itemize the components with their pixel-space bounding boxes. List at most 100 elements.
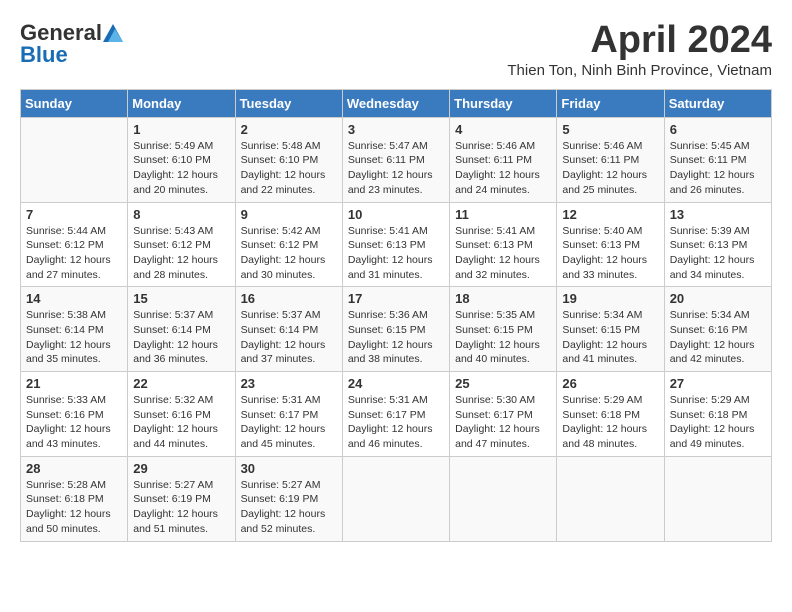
calendar-cell: 1Sunrise: 5:49 AM Sunset: 6:10 PM Daylig… xyxy=(128,117,235,202)
calendar-cell: 21Sunrise: 5:33 AM Sunset: 6:16 PM Dayli… xyxy=(21,372,128,457)
day-info: Sunrise: 5:32 AM Sunset: 6:16 PM Dayligh… xyxy=(133,393,229,452)
day-number: 12 xyxy=(562,207,658,222)
day-number: 26 xyxy=(562,376,658,391)
calendar-cell: 4 Sunrise: 5:46 AM Sunset: 6:11 PM Daylig… xyxy=(450,117,557,202)
calendar-week-row: 1Sunrise: 5:49 AM Sunset: 6:10 PM Daylig… xyxy=(21,117,772,202)
calendar-cell xyxy=(21,117,128,202)
day-number: 6 xyxy=(670,122,766,137)
calendar-table: SundayMondayTuesdayWednesdayThursdayFrid… xyxy=(20,89,772,542)
calendar-cell: 16 Sunrise: 5:37 AM Sunset: 6:14 PM Dayli… xyxy=(235,287,342,372)
weekday-header: Monday xyxy=(128,89,235,117)
day-info: Sunrise: 5:39 AM Sunset: 6:13 PM Dayligh… xyxy=(670,224,766,283)
day-number: 18 xyxy=(455,291,551,306)
weekday-header: Tuesday xyxy=(235,89,342,117)
logo-blue: Blue xyxy=(20,42,68,68)
calendar-cell: 20 Sunrise: 5:34 AM Sunset: 6:16 PM Dayli… xyxy=(664,287,771,372)
calendar-cell xyxy=(664,456,771,541)
day-info: Sunrise: 5:42 AM Sunset: 6:12 PM Dayligh… xyxy=(241,224,337,283)
day-number: 29 xyxy=(133,461,229,476)
calendar-cell: 9 Sunrise: 5:42 AM Sunset: 6:12 PM Daylig… xyxy=(235,202,342,287)
day-info: Sunrise: 5:27 AM Sunset: 6:19 PM Dayligh… xyxy=(133,478,229,537)
calendar-cell: 10Sunrise: 5:41 AM Sunset: 6:13 PM Dayli… xyxy=(342,202,449,287)
calendar-cell: 27 Sunrise: 5:29 AM Sunset: 6:18 PM Dayli… xyxy=(664,372,771,457)
day-number: 11 xyxy=(455,207,551,222)
calendar-cell: 26 Sunrise: 5:29 AM Sunset: 6:18 PM Dayli… xyxy=(557,372,664,457)
day-info: Sunrise: 5:49 AM Sunset: 6:10 PM Dayligh… xyxy=(133,139,229,198)
title-block: April 2024 Thien Ton, Ninh Binh Province… xyxy=(507,20,772,79)
day-info: Sunrise: 5:37 AM Sunset: 6:14 PM Dayligh… xyxy=(241,308,337,367)
day-number: 27 xyxy=(670,376,766,391)
day-number: 22 xyxy=(133,376,229,391)
day-info: Sunrise: 5:34 AM Sunset: 6:15 PM Dayligh… xyxy=(562,308,658,367)
calendar-week-row: 7 Sunrise: 5:44 AM Sunset: 6:12 PM Daylig… xyxy=(21,202,772,287)
day-info: Sunrise: 5:45 AM Sunset: 6:11 PM Dayligh… xyxy=(670,139,766,198)
calendar-cell: 13Sunrise: 5:39 AM Sunset: 6:13 PM Dayli… xyxy=(664,202,771,287)
day-number: 24 xyxy=(348,376,444,391)
calendar-cell: 22 Sunrise: 5:32 AM Sunset: 6:16 PM Dayli… xyxy=(128,372,235,457)
day-number: 30 xyxy=(241,461,337,476)
day-number: 17 xyxy=(348,291,444,306)
day-info: Sunrise: 5:48 AM Sunset: 6:10 PM Dayligh… xyxy=(241,139,337,198)
day-number: 9 xyxy=(241,207,337,222)
calendar-cell: 5Sunrise: 5:46 AM Sunset: 6:11 PM Daylig… xyxy=(557,117,664,202)
location-subtitle: Thien Ton, Ninh Binh Province, Vietnam xyxy=(507,62,772,79)
calendar-cell: 24 Sunrise: 5:31 AM Sunset: 6:17 PM Dayli… xyxy=(342,372,449,457)
month-title: April 2024 xyxy=(507,20,772,62)
day-info: Sunrise: 5:30 AM Sunset: 6:17 PM Dayligh… xyxy=(455,393,551,452)
calendar-cell: 25 Sunrise: 5:30 AM Sunset: 6:17 PM Dayli… xyxy=(450,372,557,457)
calendar-cell: 6 Sunrise: 5:45 AM Sunset: 6:11 PM Daylig… xyxy=(664,117,771,202)
day-number: 14 xyxy=(26,291,122,306)
day-number: 25 xyxy=(455,376,551,391)
calendar-cell: 3Sunrise: 5:47 AM Sunset: 6:11 PM Daylig… xyxy=(342,117,449,202)
calendar-week-row: 28Sunrise: 5:28 AM Sunset: 6:18 PM Dayli… xyxy=(21,456,772,541)
day-info: Sunrise: 5:46 AM Sunset: 6:11 PM Dayligh… xyxy=(455,139,551,198)
calendar-cell: 11 Sunrise: 5:41 AM Sunset: 6:13 PM Dayli… xyxy=(450,202,557,287)
calendar-cell xyxy=(342,456,449,541)
calendar-cell: 14 Sunrise: 5:38 AM Sunset: 6:14 PM Dayli… xyxy=(21,287,128,372)
day-info: Sunrise: 5:33 AM Sunset: 6:16 PM Dayligh… xyxy=(26,393,122,452)
day-number: 16 xyxy=(241,291,337,306)
day-info: Sunrise: 5:43 AM Sunset: 6:12 PM Dayligh… xyxy=(133,224,229,283)
calendar-week-row: 14 Sunrise: 5:38 AM Sunset: 6:14 PM Dayli… xyxy=(21,287,772,372)
calendar-cell: 12 Sunrise: 5:40 AM Sunset: 6:13 PM Dayli… xyxy=(557,202,664,287)
weekday-header: Sunday xyxy=(21,89,128,117)
day-info: Sunrise: 5:29 AM Sunset: 6:18 PM Dayligh… xyxy=(562,393,658,452)
calendar-cell: 2 Sunrise: 5:48 AM Sunset: 6:10 PM Daylig… xyxy=(235,117,342,202)
logo-icon xyxy=(103,24,123,42)
weekday-header-row: SundayMondayTuesdayWednesdayThursdayFrid… xyxy=(21,89,772,117)
logo: General Blue xyxy=(20,20,124,68)
weekday-header: Friday xyxy=(557,89,664,117)
day-info: Sunrise: 5:35 AM Sunset: 6:15 PM Dayligh… xyxy=(455,308,551,367)
day-number: 19 xyxy=(562,291,658,306)
day-info: Sunrise: 5:47 AM Sunset: 6:11 PM Dayligh… xyxy=(348,139,444,198)
day-info: Sunrise: 5:41 AM Sunset: 6:13 PM Dayligh… xyxy=(348,224,444,283)
day-info: Sunrise: 5:31 AM Sunset: 6:17 PM Dayligh… xyxy=(241,393,337,452)
day-info: Sunrise: 5:34 AM Sunset: 6:16 PM Dayligh… xyxy=(670,308,766,367)
calendar-cell xyxy=(557,456,664,541)
calendar-cell: 17 Sunrise: 5:36 AM Sunset: 6:15 PM Dayli… xyxy=(342,287,449,372)
day-number: 7 xyxy=(26,207,122,222)
day-number: 5 xyxy=(562,122,658,137)
calendar-cell: 28Sunrise: 5:28 AM Sunset: 6:18 PM Dayli… xyxy=(21,456,128,541)
weekday-header: Saturday xyxy=(664,89,771,117)
day-info: Sunrise: 5:29 AM Sunset: 6:18 PM Dayligh… xyxy=(670,393,766,452)
day-info: Sunrise: 5:44 AM Sunset: 6:12 PM Dayligh… xyxy=(26,224,122,283)
day-number: 4 xyxy=(455,122,551,137)
day-info: Sunrise: 5:27 AM Sunset: 6:19 PM Dayligh… xyxy=(241,478,337,537)
day-info: Sunrise: 5:40 AM Sunset: 6:13 PM Dayligh… xyxy=(562,224,658,283)
calendar-cell: 30 Sunrise: 5:27 AM Sunset: 6:19 PM Dayli… xyxy=(235,456,342,541)
day-info: Sunrise: 5:41 AM Sunset: 6:13 PM Dayligh… xyxy=(455,224,551,283)
day-number: 15 xyxy=(133,291,229,306)
day-info: Sunrise: 5:38 AM Sunset: 6:14 PM Dayligh… xyxy=(26,308,122,367)
calendar-cell xyxy=(450,456,557,541)
day-number: 23 xyxy=(241,376,337,391)
weekday-header: Thursday xyxy=(450,89,557,117)
day-number: 20 xyxy=(670,291,766,306)
day-number: 2 xyxy=(241,122,337,137)
day-info: Sunrise: 5:37 AM Sunset: 6:14 PM Dayligh… xyxy=(133,308,229,367)
day-info: Sunrise: 5:36 AM Sunset: 6:15 PM Dayligh… xyxy=(348,308,444,367)
page-header: General Blue April 2024 Thien Ton, Ninh … xyxy=(20,20,772,79)
calendar-cell: 8Sunrise: 5:43 AM Sunset: 6:12 PM Daylig… xyxy=(128,202,235,287)
calendar-cell: 29 Sunrise: 5:27 AM Sunset: 6:19 PM Dayli… xyxy=(128,456,235,541)
day-info: Sunrise: 5:31 AM Sunset: 6:17 PM Dayligh… xyxy=(348,393,444,452)
